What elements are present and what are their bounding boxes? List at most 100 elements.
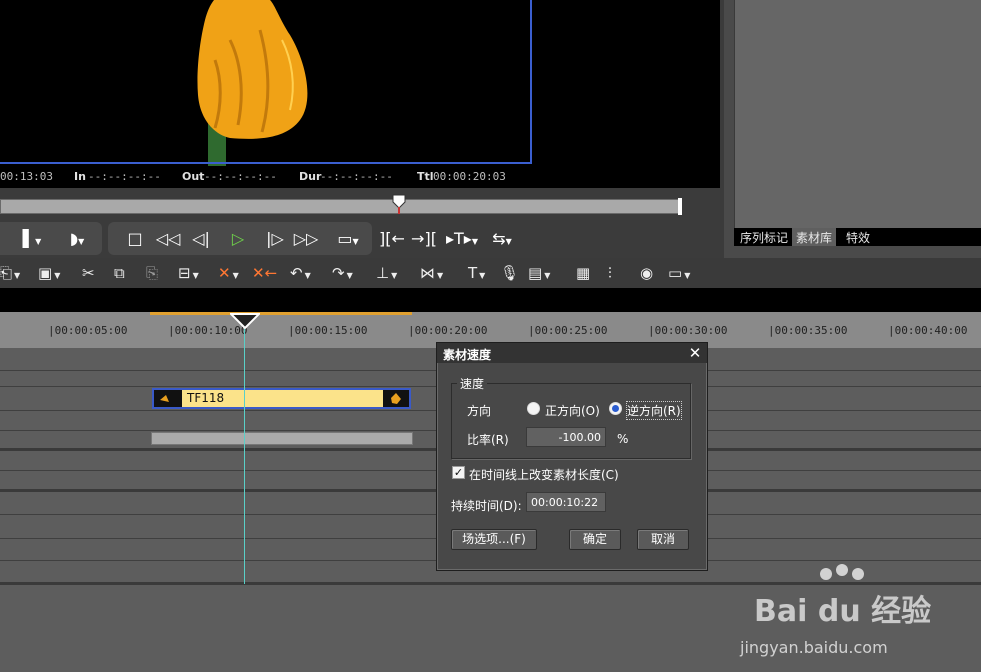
audio-mixer-button[interactable]: ⫶ (608, 263, 612, 283)
link-button[interactable]: ⊟ ▼ (178, 263, 199, 283)
window-layout-button[interactable]: ▭ ▼ (668, 263, 690, 283)
tab-sequence-markers[interactable]: 序列标记 (736, 228, 792, 246)
fast-forward-icon: ▷▷ (293, 229, 319, 248)
redo-icon: ↷ (332, 264, 345, 282)
change-length-label[interactable]: 在时间线上改变素材长度(C) (469, 466, 619, 483)
right-panel-tabs: 序列标记 素材库 特效 (734, 228, 981, 246)
out-label: Out (182, 170, 205, 183)
rewind-button[interactable]: ◁◁ (154, 228, 182, 250)
play-icon: ▷ (231, 229, 245, 248)
go-to-out-icon: →][ (411, 229, 437, 248)
field-options-button[interactable]: 场选项...(F) (451, 529, 537, 550)
playhead-handle[interactable] (230, 313, 260, 329)
audio-clip[interactable] (151, 432, 413, 445)
ttl-timecode: 00:00:20:03 (433, 170, 506, 183)
mark-in-icon: ▌ (22, 229, 36, 248)
transport-controls: ▌▼ ◗▼ □ ◁◁ ◁| ▷ |▷ ▷▷ ▭▼ ][← →][ ▸T▸▼ ⇆▼ (0, 222, 724, 256)
scrub-bar[interactable] (0, 199, 682, 214)
forward-radio-label[interactable]: 正方向(O) (545, 402, 600, 419)
player-panel: 00:13:03 In --:--:--:-- Out --:--:--:-- … (0, 0, 724, 258)
grid-icon: ▦ (576, 264, 591, 282)
direction-label: 方向 (467, 404, 492, 418)
redo-button[interactable]: ↷ ▼ (332, 263, 353, 283)
clip-thumbnail-end (383, 390, 409, 407)
right-panel: 序列标记 素材库 特效 (724, 0, 981, 258)
ruler-tick-label: |00:00:25:00 (528, 324, 608, 337)
ruler-tick-label: |00:00:35:00 (768, 324, 848, 337)
mark-out-icon: ◗ (69, 229, 79, 248)
go-to-in-button[interactable]: ][← (378, 228, 406, 250)
step-back-icon: ◁| (192, 229, 210, 248)
timecode-bar: 00:13:03 In --:--:--:-- Out --:--:--:-- … (0, 166, 720, 186)
ruler-tick-label: |00:00:40:00 (888, 324, 968, 337)
step-back-button[interactable]: ◁| (188, 228, 214, 250)
import-button[interactable]: ⎗ ▼ (0, 263, 20, 283)
safe-area-frame (0, 0, 532, 164)
out-timecode: --:--:--:-- (204, 170, 277, 183)
set-in-button[interactable]: ▌▼ (18, 228, 46, 250)
flower-thumbnail-icon (391, 393, 401, 404)
delete-icon: ✕ (218, 264, 231, 282)
tab-effects[interactable]: 特效 (842, 228, 874, 246)
title-button[interactable]: T ▼ (468, 263, 485, 283)
cut-button[interactable]: ✂ (82, 263, 95, 283)
reverse-radio-label[interactable]: 逆方向(R) (626, 401, 682, 420)
save-icon: ▣ (38, 264, 53, 282)
undo-button[interactable]: ↶ ▼ (290, 263, 311, 283)
ripple-delete-button[interactable]: ✕← (252, 263, 277, 283)
overwrite-icon: ⇆ (492, 229, 506, 248)
video-clip[interactable]: TF118 (152, 388, 411, 409)
undo-icon: ↶ (290, 264, 303, 282)
link-icon: ⊟ (178, 264, 191, 282)
watermark-brand: Bai du 经验 (754, 594, 932, 629)
rate-input[interactable]: -100.00 (526, 427, 606, 447)
step-forward-button[interactable]: |▷ (262, 228, 288, 250)
delete-button[interactable]: ✕ ▼ (218, 263, 239, 283)
scrub-end-marker (678, 198, 682, 215)
in-timecode: --:--:--:-- (88, 170, 161, 183)
stop-button[interactable]: □ (124, 228, 146, 250)
paste-button[interactable]: ⎘ (146, 263, 158, 283)
save-button[interactable]: ▣ ▼ (38, 263, 60, 283)
color-bar-button[interactable]: ▤ ▼ (528, 263, 550, 283)
timeline-header-strip (0, 288, 981, 312)
bin-content-area (734, 0, 981, 228)
reverse-radio[interactable] (609, 402, 622, 415)
ok-button[interactable]: 确定 (569, 529, 621, 550)
go-to-out-button[interactable]: →][ (410, 228, 438, 250)
go-to-in-icon: ][← (379, 229, 405, 248)
set-out-button[interactable]: ◗▼ (60, 228, 94, 250)
forward-radio[interactable] (527, 402, 540, 415)
ruler-tick-label: |00:00:15:00 (288, 324, 368, 337)
voiceover-button[interactable]: 🎙 (500, 263, 519, 283)
fast-forward-button[interactable]: ▷▷ (292, 228, 320, 250)
duration-input[interactable]: 00:00:10:22 (526, 492, 606, 512)
change-length-checkbox[interactable]: ✓ (452, 466, 465, 479)
loop-button[interactable]: ▭▼ (328, 228, 368, 250)
grid-button[interactable]: ▦ (576, 263, 590, 283)
scrub-handle[interactable] (392, 194, 406, 214)
color-correction-button[interactable]: ◉ (640, 263, 653, 283)
play-button[interactable]: ▷ (226, 228, 250, 250)
window-icon: ▭ (668, 264, 683, 282)
transition-button[interactable]: ⋈ ▼ (420, 263, 443, 283)
in-out-range-bar (150, 312, 412, 315)
loop-icon: ▭ (337, 229, 353, 248)
overwrite-button[interactable]: ⇆▼ (488, 228, 516, 250)
cancel-button[interactable]: 取消 (637, 529, 689, 550)
ruler-tick-label: |00:00:30:00 (648, 324, 728, 337)
microphone-icon: 🎙 (500, 264, 520, 282)
color-bars-icon: ▤ (528, 264, 543, 282)
transition-icon: ⋈ (420, 264, 435, 282)
timeline-toolbar: ⎗ ▼ ▣ ▼ ✂ ⧉ ⎘ ⊟ ▼ ✕ ▼ ✕← ↶ ▼ ↷ ▼ ⊥ ▼ ⋈ ▼ T ▼ 🎙 ▤ ▼… (0, 258, 981, 288)
tab-bin[interactable]: 素材库 (792, 228, 837, 246)
flower-thumbnail-icon (160, 395, 169, 402)
copy-button[interactable]: ⧉ (114, 263, 125, 283)
split-button[interactable]: ⊥ ▼ (376, 263, 397, 283)
paste-icon: ⎘ (146, 264, 159, 282)
step-forward-icon: |▷ (266, 229, 284, 248)
duration-label: 持续时间(D): (451, 499, 522, 513)
insert-button[interactable]: ▸T▸▼ (442, 228, 482, 250)
close-icon[interactable]: ✕ (687, 344, 703, 362)
mark-button-group: ▌▼ ◗▼ (0, 222, 102, 255)
